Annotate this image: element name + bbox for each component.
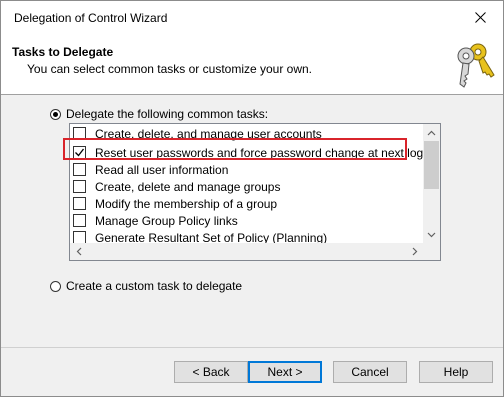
horizontal-scrollbar[interactable] [70,243,423,260]
chevron-right-icon [412,247,417,256]
task-item[interactable]: Generate Resultant Set of Policy (Planni… [73,229,327,244]
task-label: Modify the membership of a group [95,196,278,211]
task-checkbox[interactable] [73,127,86,140]
task-label: Generate Resultant Set of Policy (Planni… [95,230,328,245]
custom-task-radio[interactable] [50,280,61,292]
scroll-left-button[interactable] [70,243,87,260]
cancel-button[interactable]: Cancel [333,361,407,383]
common-tasks-viewport: Create, delete, and manage user accounts… [70,124,423,244]
delegate-common-tasks-radio[interactable] [50,108,61,120]
close-icon [474,11,486,23]
wizard-window: Delegation of Control Wizard Tasks to De… [0,0,504,397]
chevron-up-icon [427,130,436,135]
scroll-right-button[interactable] [406,243,423,260]
back-button[interactable]: < Back [174,361,248,383]
task-label: Read all user information [95,162,229,177]
task-item[interactable]: Reset user passwords and force password … [73,144,423,161]
task-checkbox[interactable] [73,163,86,176]
scroll-up-button[interactable] [423,124,440,141]
task-item[interactable]: Read all user information [73,161,228,178]
vertical-scroll-thumb[interactable] [424,141,439,189]
scrollbar-corner [423,243,440,260]
chevron-left-icon [76,247,81,256]
custom-task-label: Create a custom task to delegate [66,279,243,293]
task-item[interactable]: Create, delete and manage groups [73,178,280,195]
delegate-common-tasks-option[interactable]: Delegate the following common tasks: [50,107,268,121]
task-item[interactable]: Manage Group Policy links [73,212,238,229]
keys-icon [457,43,495,88]
next-button[interactable]: Next > [248,361,322,383]
custom-task-option[interactable]: Create a custom task to delegate [50,279,242,293]
task-checkbox[interactable] [73,197,86,210]
window-title: Delegation of Control Wizard [14,11,168,25]
task-item[interactable]: Create, delete, and manage user accounts [73,125,322,142]
task-checkbox[interactable] [73,214,86,227]
scroll-down-button[interactable] [423,226,440,243]
vertical-scrollbar[interactable] [423,124,440,243]
close-button[interactable] [457,1,503,33]
task-label: Create, delete, and manage user accounts [95,126,322,141]
page-title: Tasks to Delegate [12,45,114,59]
task-label: Manage Group Policy links [95,213,238,228]
task-label: Create, delete and manage groups [95,179,281,194]
task-checkbox[interactable] [73,180,86,193]
checkmark-icon [75,148,85,157]
task-checkbox[interactable] [73,146,86,159]
common-tasks-list[interactable]: Create, delete, and manage user accounts… [69,123,441,261]
chevron-down-icon [427,232,436,237]
task-item[interactable]: Modify the membership of a group [73,195,277,212]
page-subtitle: You can select common tasks or customize… [27,62,313,76]
help-button[interactable]: Help [419,361,493,383]
title-bar: Delegation of Control Wizard [1,1,503,35]
delegate-common-tasks-label: Delegate the following common tasks: [66,107,269,121]
footer-divider [1,347,503,348]
task-label: Reset user passwords and force password … [95,145,423,160]
wizard-header: Tasks to Delegate You can select common … [1,35,503,95]
